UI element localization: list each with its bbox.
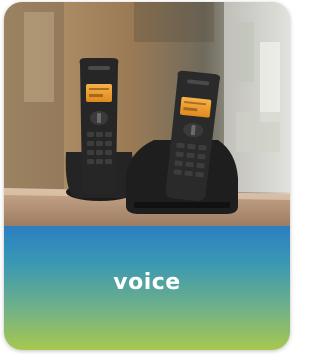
category-label-band: voice: [4, 226, 290, 350]
cordless-phones-photo: [4, 2, 290, 226]
category-label: voice: [113, 270, 181, 295]
voice-category-card[interactable]: voice: [4, 2, 290, 350]
